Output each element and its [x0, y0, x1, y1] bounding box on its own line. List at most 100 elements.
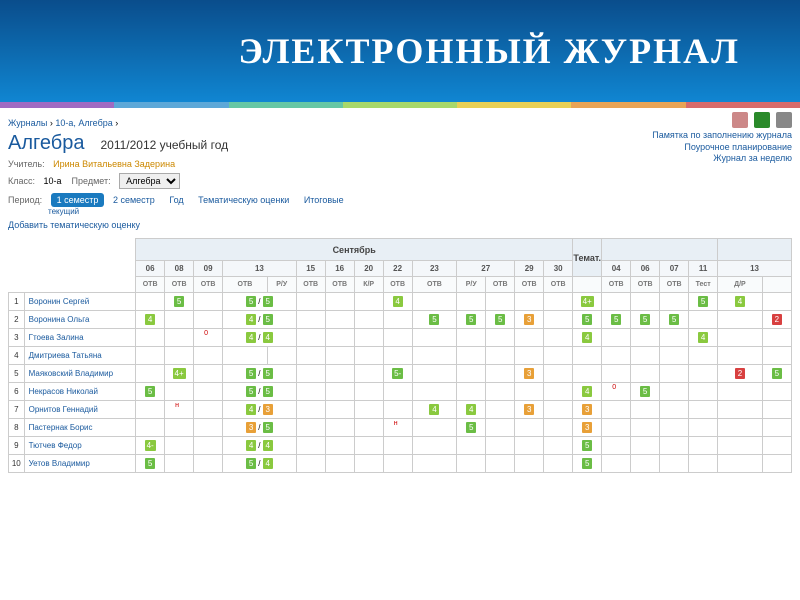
grade-cell[interactable]: [544, 401, 573, 419]
print-icon[interactable]: [776, 112, 792, 128]
grade-cell[interactable]: 0: [194, 329, 223, 347]
link-guide[interactable]: Памятка по заполнению журнала: [652, 130, 792, 142]
grade-cell[interactable]: [296, 329, 325, 347]
grade-cell[interactable]: [194, 455, 223, 473]
grade-cell[interactable]: 3: [573, 419, 602, 437]
day-header[interactable]: 04: [602, 261, 631, 277]
grade-cell[interactable]: 5: [631, 311, 660, 329]
grade-cell[interactable]: [325, 293, 354, 311]
grade-cell[interactable]: [296, 347, 325, 365]
grade-cell[interactable]: 5: [660, 311, 689, 329]
grade-cell[interactable]: [602, 347, 631, 365]
grade-cell[interactable]: [325, 455, 354, 473]
grade-cell[interactable]: [457, 329, 486, 347]
day-header[interactable]: 27: [457, 261, 515, 277]
link-week[interactable]: Журнал за неделю: [652, 153, 792, 165]
grade-cell[interactable]: [486, 365, 515, 383]
grade-cell[interactable]: [515, 347, 544, 365]
grade-cell[interactable]: [194, 401, 223, 419]
day-header[interactable]: 09: [194, 261, 223, 277]
grade-cell[interactable]: [515, 455, 544, 473]
grade-cell[interactable]: [660, 455, 689, 473]
grade-cell[interactable]: 4: [412, 401, 457, 419]
grade-cell[interactable]: [165, 329, 194, 347]
grade-cell[interactable]: [718, 329, 763, 347]
grade-cell[interactable]: [718, 383, 763, 401]
grade-cell[interactable]: [412, 293, 457, 311]
student-name[interactable]: Маяковский Владимир: [24, 365, 136, 383]
grade-cell[interactable]: [296, 383, 325, 401]
grade-cell[interactable]: [486, 455, 515, 473]
grade-cell[interactable]: [296, 365, 325, 383]
grade-cell[interactable]: 5 / 4: [223, 455, 297, 473]
day-header[interactable]: 15: [296, 261, 325, 277]
tab-sem2[interactable]: 2 семестр: [107, 193, 161, 207]
tab-thematic[interactable]: Тематическую оценки: [192, 193, 295, 207]
grade-cell[interactable]: [602, 419, 631, 437]
grade-cell[interactable]: [689, 437, 718, 455]
grade-cell[interactable]: 5: [689, 293, 718, 311]
grade-cell[interactable]: [354, 365, 383, 383]
grade-cell[interactable]: [544, 365, 573, 383]
grade-cell[interactable]: 5: [165, 293, 194, 311]
grade-cell[interactable]: [383, 437, 412, 455]
student-name[interactable]: Гтоева Залина: [24, 329, 136, 347]
grade-cell[interactable]: [689, 419, 718, 437]
day-header[interactable]: 29: [515, 261, 544, 277]
student-name[interactable]: Некрасов Николай: [24, 383, 136, 401]
grade-cell[interactable]: [486, 347, 515, 365]
grade-cell[interactable]: [354, 329, 383, 347]
tab-year[interactable]: Год: [163, 193, 189, 207]
grade-cell[interactable]: [412, 329, 457, 347]
grade-cell[interactable]: [544, 311, 573, 329]
grade-cell[interactable]: [718, 347, 763, 365]
grade-cell[interactable]: [486, 293, 515, 311]
day-header[interactable]: 22: [383, 261, 412, 277]
grade-cell[interactable]: [660, 383, 689, 401]
grade-cell[interactable]: [296, 401, 325, 419]
grade-cell[interactable]: [354, 383, 383, 401]
grade-cell[interactable]: [660, 347, 689, 365]
grade-cell[interactable]: [762, 437, 791, 455]
grade-cell[interactable]: [602, 455, 631, 473]
grade-cell[interactable]: [383, 383, 412, 401]
grade-cell[interactable]: н: [165, 401, 194, 419]
grade-cell[interactable]: 4: [689, 329, 718, 347]
grade-cell[interactable]: [383, 455, 412, 473]
day-header[interactable]: 13: [718, 261, 792, 277]
grade-cell[interactable]: 2: [762, 311, 791, 329]
grade-cell[interactable]: 5: [136, 383, 165, 401]
grade-cell[interactable]: [486, 329, 515, 347]
grade-cell[interactable]: [486, 401, 515, 419]
grade-cell[interactable]: [457, 383, 486, 401]
student-name[interactable]: Дмитриева Татьяна: [24, 347, 136, 365]
grade-cell[interactable]: [325, 437, 354, 455]
grade-cell[interactable]: [544, 419, 573, 437]
add-thematic-link[interactable]: Добавить тематическую оценку: [8, 220, 792, 230]
grade-cell[interactable]: [762, 401, 791, 419]
grade-cell[interactable]: н: [383, 419, 412, 437]
grade-cell[interactable]: [631, 401, 660, 419]
grade-cell[interactable]: [457, 455, 486, 473]
grade-cell[interactable]: [718, 419, 763, 437]
grade-cell[interactable]: [573, 347, 602, 365]
grade-cell[interactable]: [354, 455, 383, 473]
grade-cell[interactable]: 5: [457, 419, 486, 437]
crumb-journals[interactable]: Журналы: [8, 118, 47, 128]
day-header[interactable]: 06: [136, 261, 165, 277]
grade-cell[interactable]: [544, 347, 573, 365]
grade-cell[interactable]: [602, 293, 631, 311]
grade-cell[interactable]: [762, 383, 791, 401]
grade-cell[interactable]: [194, 311, 223, 329]
grade-cell[interactable]: [631, 329, 660, 347]
grade-cell[interactable]: [660, 293, 689, 311]
grade-cell[interactable]: [223, 347, 268, 365]
grade-cell[interactable]: [544, 455, 573, 473]
grade-cell[interactable]: [194, 383, 223, 401]
grade-cell[interactable]: [689, 365, 718, 383]
grade-cell[interactable]: [631, 293, 660, 311]
grade-cell[interactable]: [412, 383, 457, 401]
grade-cell[interactable]: 3 / 5: [223, 419, 297, 437]
grade-cell[interactable]: [194, 347, 223, 365]
grade-cell[interactable]: [325, 383, 354, 401]
